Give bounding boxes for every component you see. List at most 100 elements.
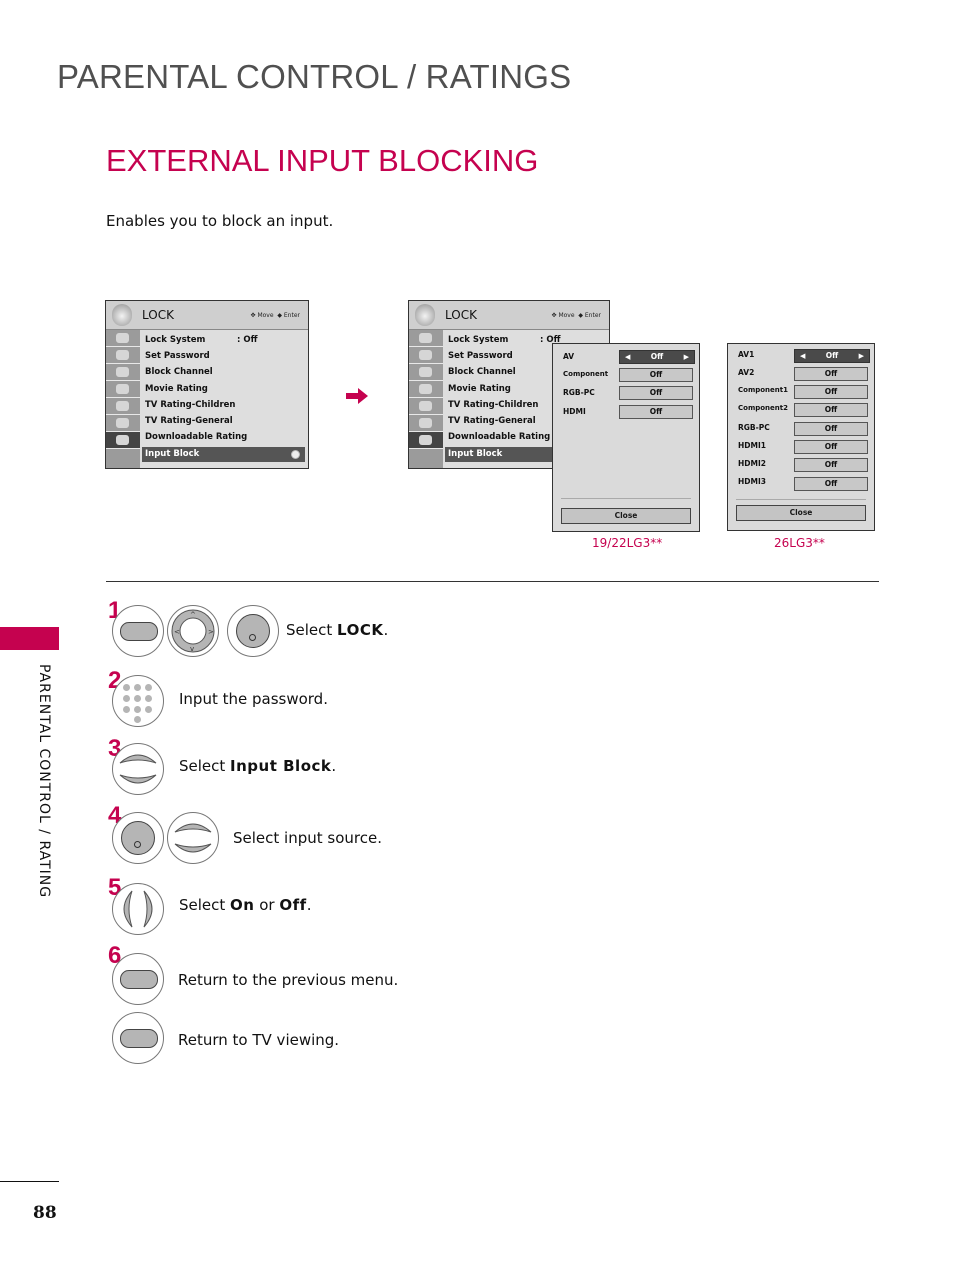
- input-value-hdmi[interactable]: Off: [619, 405, 693, 419]
- step-exit-text: Return to TV viewing.: [178, 1031, 340, 1049]
- menu-item-input-block[interactable]: Input Block: [142, 447, 305, 462]
- input-value-hdmi1[interactable]: Off: [794, 440, 868, 454]
- menu-item-tv-rating-children[interactable]: TV Rating-Children: [448, 400, 538, 410]
- nav-hint: ✥ Move ◆ Enter: [250, 312, 300, 319]
- return-button[interactable]: [120, 970, 158, 989]
- input-value-rgb-pc[interactable]: Off: [619, 386, 693, 400]
- input-label-hdmi1: HDMI1: [738, 441, 766, 450]
- sidebar-time-icon[interactable]: [409, 381, 443, 398]
- input-label-component1: Component1: [738, 386, 788, 394]
- menu-item-lock-system[interactable]: Lock System: Off: [448, 335, 560, 345]
- sidebar-picture-icon[interactable]: [409, 415, 443, 432]
- sidebar-time-icon[interactable]: [106, 381, 140, 398]
- input-label-hdmi3: HDMI3: [738, 477, 766, 486]
- right-arrow-icon: [346, 388, 368, 404]
- hint-move: Move: [257, 312, 274, 319]
- sidebar-setup-icon[interactable]: [409, 330, 443, 347]
- menu-item-set-password[interactable]: Set Password: [145, 351, 210, 361]
- step-3-text: Select Input Block.: [179, 757, 337, 775]
- sidebar-lock-icon[interactable]: [409, 432, 443, 449]
- sidebar-audio-icon[interactable]: [409, 364, 443, 381]
- up-down-button-ring: [112, 743, 164, 795]
- lock-menu-screen-1: LOCK ✥ Move ◆ Enter Lock System: Off Set…: [105, 300, 309, 469]
- sidebar-option-icon[interactable]: [409, 398, 443, 415]
- return-button-ring: [112, 953, 164, 1005]
- menu-header: LOCK ✥ Move ◆ Enter: [409, 301, 609, 330]
- menu-header: LOCK ✥ Move ◆ Enter: [106, 301, 308, 330]
- sidebar-video-icon[interactable]: [106, 347, 140, 364]
- menu-item-downloadable-rating[interactable]: Downloadable Rating: [145, 432, 247, 442]
- input-value-component2[interactable]: Off: [794, 403, 868, 417]
- menu-item-set-password[interactable]: Set Password: [448, 351, 513, 361]
- section-title: EXTERNAL INPUT BLOCKING: [106, 143, 539, 178]
- menu-item-movie-rating[interactable]: Movie Rating: [145, 384, 208, 394]
- nav-pad-ring: ^ v < >: [167, 605, 219, 657]
- menu-sidebar: [409, 330, 443, 468]
- sidebar-setup-icon[interactable]: [106, 330, 140, 347]
- chapter-side-label: PARENTAL CONTROL / RATING: [36, 664, 52, 899]
- right-arrow-icon: ▶: [683, 353, 689, 361]
- menu-item-downloadable-rating[interactable]: Downloadable Rating: [448, 432, 550, 442]
- divider: [561, 498, 691, 499]
- exit-button[interactable]: [120, 1029, 158, 1048]
- step-6-text: Return to the previous menu.: [178, 971, 399, 989]
- left-arrow-icon: ◀: [625, 353, 631, 361]
- menu-item-block-channel[interactable]: Block Channel: [145, 367, 213, 377]
- step-4-text: Select input source.: [233, 829, 382, 847]
- input-label-av1: AV1: [738, 350, 755, 359]
- menu-item-block-channel[interactable]: Block Channel: [448, 367, 516, 377]
- enter-button[interactable]: [236, 614, 270, 648]
- left-right-arrows-icon[interactable]: [112, 883, 164, 935]
- input-label-component2: Component2: [738, 404, 788, 412]
- menu-button[interactable]: [120, 622, 158, 641]
- menu-item-tv-rating-children[interactable]: TV Rating-Children: [145, 400, 235, 410]
- lock-icon: [112, 304, 132, 326]
- page-number: 88: [33, 1203, 57, 1223]
- input-label-av: AV: [563, 352, 575, 361]
- input-label-component: Component: [563, 370, 609, 378]
- menu-item-movie-rating[interactable]: Movie Rating: [448, 384, 511, 394]
- input-value-rgb-pc[interactable]: Off: [794, 422, 868, 436]
- input-value-hdmi2[interactable]: Off: [794, 458, 868, 472]
- input-label-rgb-pc: RGB-PC: [738, 423, 770, 432]
- menu-item-tv-rating-general[interactable]: TV Rating-General: [448, 416, 536, 426]
- svg-text:v: v: [190, 645, 194, 653]
- exit-button-ring: [112, 1012, 164, 1064]
- input-value-av[interactable]: ◀ Off ▶: [619, 350, 695, 364]
- input-value-component[interactable]: Off: [619, 368, 693, 382]
- up-down-button-ring: [167, 812, 219, 864]
- enter-button[interactable]: [121, 821, 155, 855]
- up-down-arrows-icon[interactable]: [167, 812, 219, 864]
- menu-title: LOCK: [142, 308, 174, 322]
- menu-sidebar: [106, 330, 140, 468]
- enter-button-ring: [227, 605, 279, 657]
- close-button[interactable]: Close: [561, 508, 691, 524]
- sidebar-video-icon[interactable]: [409, 347, 443, 364]
- close-button[interactable]: Close: [736, 505, 866, 521]
- input-value-hdmi3[interactable]: Off: [794, 477, 868, 491]
- step-5-text: Select On or Off.: [179, 896, 312, 914]
- number-keypad[interactable]: [112, 675, 164, 727]
- sidebar-audio-icon[interactable]: [106, 364, 140, 381]
- input-value-av1[interactable]: ◀ Off ▶: [794, 349, 870, 363]
- input-label-hdmi: HDMI: [563, 407, 586, 416]
- input-value-component1[interactable]: Off: [794, 385, 868, 399]
- sidebar-lock-icon[interactable]: [106, 432, 140, 449]
- up-down-arrows-icon[interactable]: [112, 743, 164, 795]
- sidebar-option-icon[interactable]: [106, 398, 140, 415]
- svg-text:^: ^: [190, 611, 196, 619]
- enter-icon: [291, 450, 300, 459]
- menu-item-lock-system[interactable]: Lock System: Off: [145, 335, 257, 345]
- svg-text:>: >: [208, 628, 214, 636]
- left-right-button-ring: [112, 883, 164, 935]
- input-label-av2: AV2: [738, 368, 755, 377]
- page-title: PARENTAL CONTROL / RATINGS: [57, 58, 572, 95]
- nav-arrows-icon[interactable]: ^ v < >: [167, 605, 219, 657]
- input-value-av2[interactable]: Off: [794, 367, 868, 381]
- sidebar-picture-icon[interactable]: [106, 415, 140, 432]
- model-label-large: 26LG3**: [774, 536, 825, 550]
- menu-item-tv-rating-general[interactable]: TV Rating-General: [145, 416, 233, 426]
- intro-text: Enables you to block an input.: [106, 212, 334, 230]
- input-label-hdmi2: HDMI2: [738, 459, 766, 468]
- step-2-text: Input the password.: [179, 690, 328, 708]
